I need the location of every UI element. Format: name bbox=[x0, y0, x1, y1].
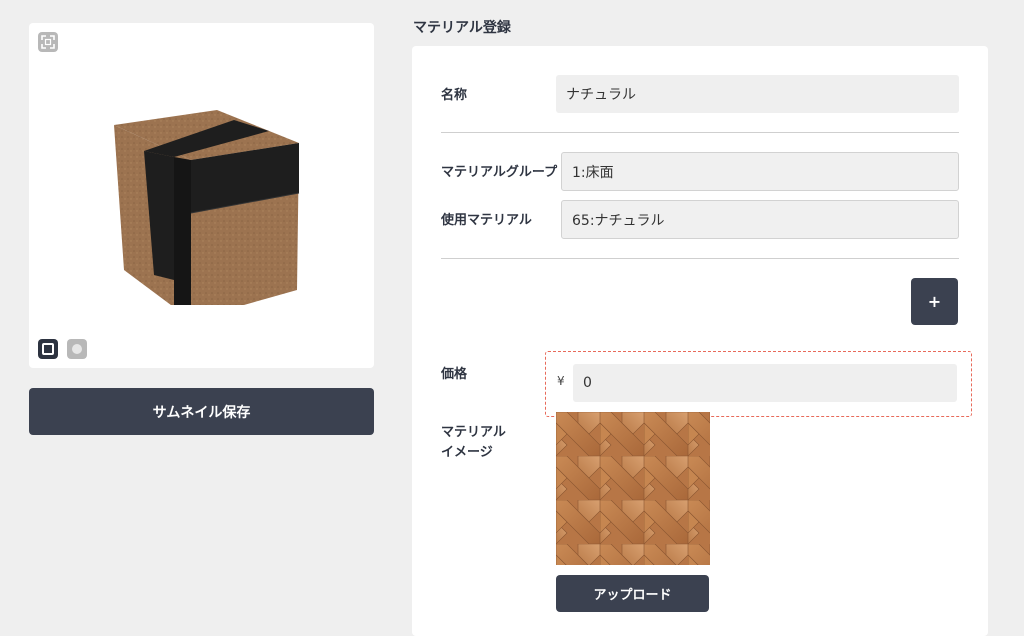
square-icon bbox=[42, 343, 54, 355]
material-image-label-line2: イメージ bbox=[441, 445, 493, 460]
save-thumbnail-button[interactable]: サムネイル保存 bbox=[29, 388, 374, 435]
name-input[interactable]: ナチュラル bbox=[556, 75, 959, 113]
section-title: マテリアル登録 bbox=[413, 20, 511, 36]
circle-icon bbox=[72, 344, 82, 354]
expand-icon bbox=[41, 35, 55, 49]
price-input[interactable]: 0 bbox=[573, 364, 957, 402]
add-material-button[interactable]: + bbox=[911, 278, 958, 325]
view-mode-sphere-button[interactable] bbox=[67, 339, 87, 359]
upload-button[interactable]: アップロード bbox=[556, 575, 709, 612]
currency-symbol: ¥ bbox=[557, 374, 565, 388]
view-mode-cube-button[interactable] bbox=[38, 339, 58, 359]
material-group-select[interactable]: 1:床面 bbox=[561, 152, 959, 191]
fullscreen-button[interactable] bbox=[38, 32, 58, 52]
material-preview-cube[interactable] bbox=[109, 105, 309, 320]
divider bbox=[441, 132, 959, 133]
material-form: 名称 ナチュラル マテリアルグループ 1:床面 使用マテリアル 65:ナチュラル… bbox=[412, 46, 988, 636]
used-material-select[interactable]: 65:ナチュラル bbox=[561, 200, 959, 239]
material-image-preview bbox=[556, 412, 710, 565]
divider bbox=[441, 258, 959, 259]
name-label: 名称 bbox=[441, 88, 468, 103]
used-material-label: 使用マテリアル bbox=[441, 213, 532, 228]
material-group-label: マテリアルグループ bbox=[441, 165, 558, 180]
price-label: 価格 bbox=[441, 367, 468, 382]
preview-panel bbox=[29, 23, 374, 368]
material-image-label-line1: マテリアル bbox=[441, 425, 506, 440]
